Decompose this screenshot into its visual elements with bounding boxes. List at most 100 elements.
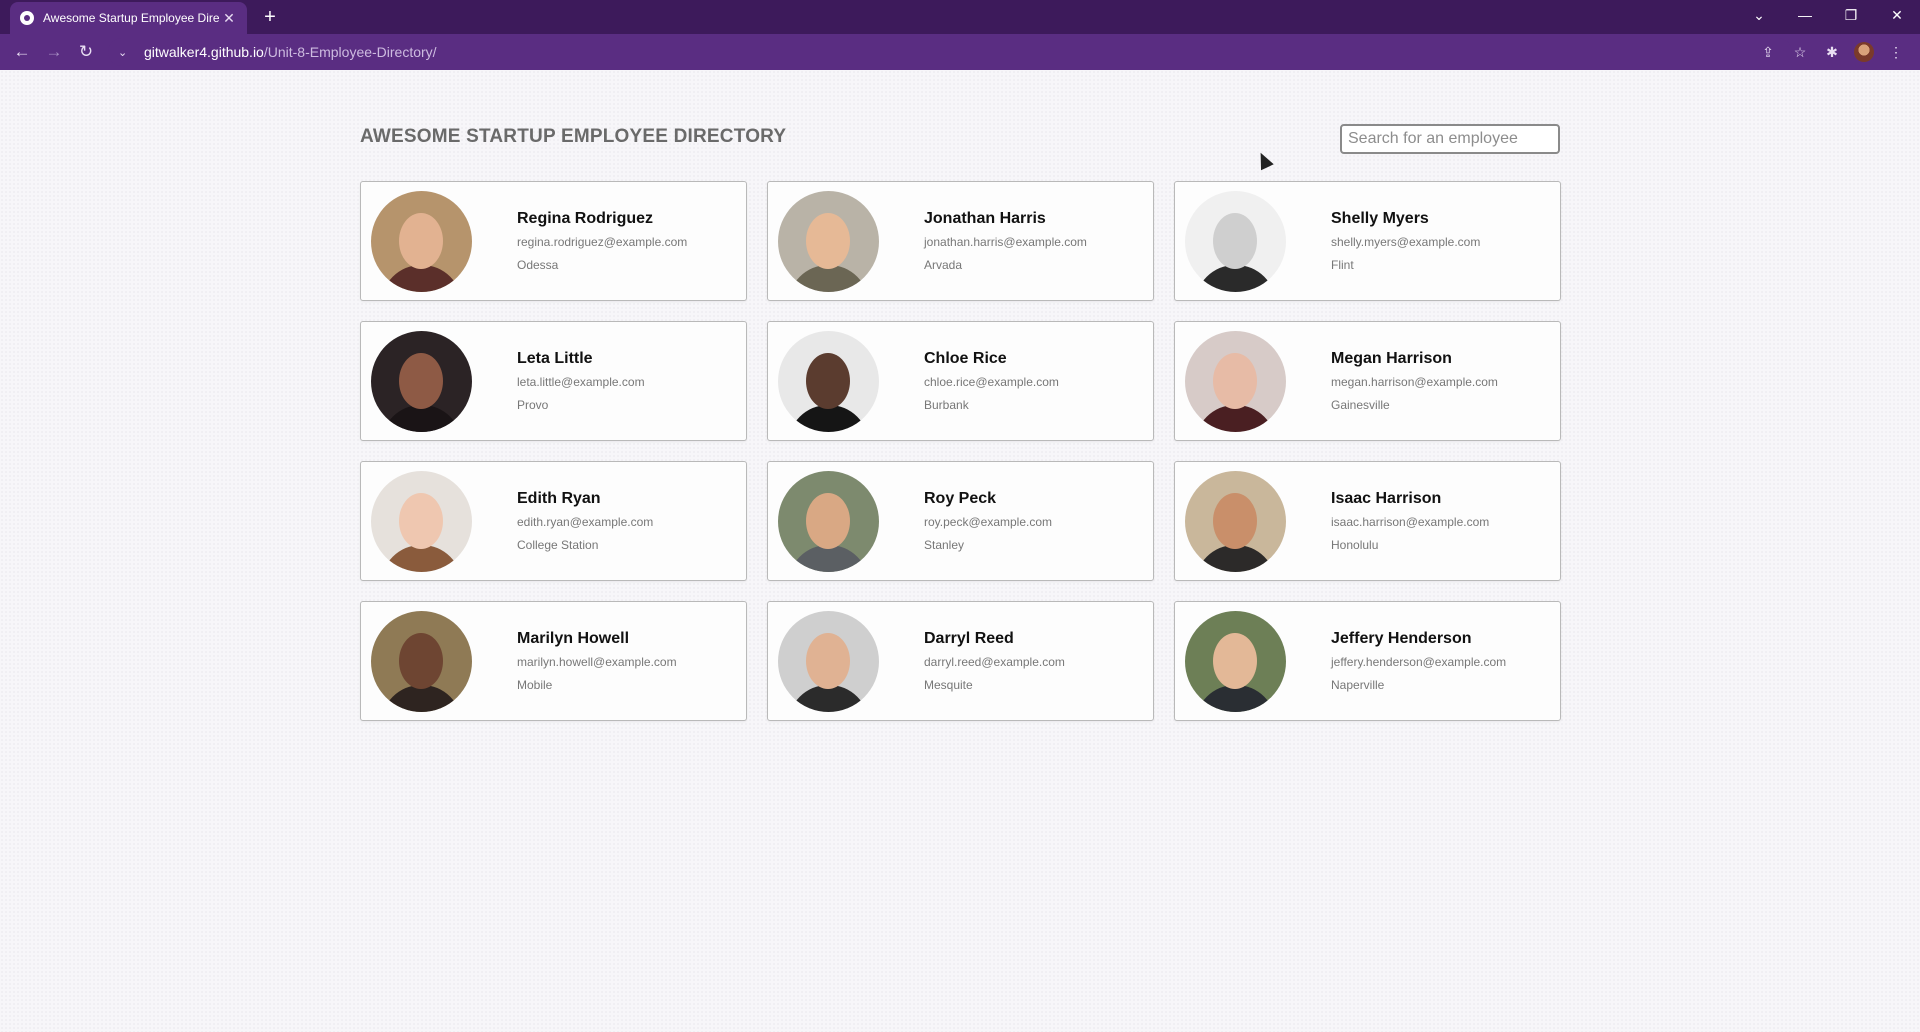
- employee-card[interactable]: Jeffery Henderson jeffery.henderson@examp…: [1174, 601, 1561, 721]
- employee-name: Darryl Reed: [924, 630, 1014, 647]
- employee-card[interactable]: Regina Rodriguez regina.rodriguez@example…: [360, 181, 747, 301]
- restore-icon[interactable]: ❐: [1828, 0, 1874, 30]
- url-host: gitwalker4.github.io: [144, 44, 264, 60]
- employee-avatar: [371, 471, 472, 572]
- employee-city: Odessa: [517, 258, 559, 272]
- employee-card[interactable]: Darryl Reed darryl.reed@example.com Mesqui…: [767, 601, 1154, 721]
- employee-info: Darryl Reed darryl.reed@example.com Mesqui…: [924, 630, 1065, 692]
- employee-card[interactable]: Isaac Harrison isaac.harrison@example.com…: [1174, 461, 1561, 581]
- avatar-face: [399, 493, 443, 549]
- employee-name: Regina Rodriguez: [517, 210, 654, 227]
- avatar-shoulders: [381, 685, 462, 712]
- employee-card[interactable]: Shelly Myers shelly.myers@example.com Flin…: [1174, 181, 1561, 301]
- avatar-face: [806, 493, 850, 549]
- employee-city: Naperville: [1331, 678, 1385, 692]
- forward-arrow-icon[interactable]: →: [38, 38, 70, 66]
- employee-email: regina.rodriguez@example.com: [517, 235, 688, 249]
- avatar-face: [1213, 493, 1257, 549]
- employee-email: darryl.reed@example.com: [924, 655, 1065, 669]
- employee-avatar: [371, 331, 472, 432]
- avatar-shoulders: [381, 265, 462, 292]
- window-controls: ⌄ — ❐ ✕: [1736, 0, 1920, 34]
- share-icon[interactable]: ⇪: [1752, 38, 1784, 66]
- browser-toolbar: ← → ↻ ⌄ gitwalker4.github.io/Unit-8-Empl…: [0, 34, 1920, 70]
- tab-search-chevron-icon[interactable]: ⌄: [1736, 0, 1782, 30]
- employee-grid: Regina Rodriguez regina.rodriguez@example…: [360, 181, 1561, 721]
- avatar-shoulders: [381, 405, 462, 432]
- employee-card[interactable]: Leta Little leta.little@example.com Provo: [360, 321, 747, 441]
- employee-info: Edith Ryan edith.ryan@example.com College …: [517, 490, 653, 552]
- avatar-shoulders: [381, 545, 462, 572]
- employee-email: shelly.myers@example.com: [1331, 235, 1481, 249]
- avatar-face: [1213, 353, 1257, 409]
- employee-city: Burbank: [924, 398, 969, 412]
- reload-icon[interactable]: ↻: [70, 38, 102, 66]
- avatar-face: [399, 353, 443, 409]
- page-content: AWESOME STARTUP EMPLOYEE DIRECTORY Regin…: [0, 70, 1920, 1032]
- url-path: /Unit-8-Employee-Directory/: [263, 44, 437, 60]
- star-icon[interactable]: ☆: [1784, 38, 1816, 66]
- employee-name: Shelly Myers: [1331, 210, 1429, 227]
- github-favicon-icon: [20, 11, 34, 25]
- puzzle-icon[interactable]: ✱: [1816, 38, 1848, 66]
- employee-city: Mobile: [517, 678, 553, 692]
- employee-name: Jeffery Henderson: [1331, 630, 1472, 647]
- employee-card[interactable]: Chloe Rice chloe.rice@example.com Burbank: [767, 321, 1154, 441]
- browser-tab-active[interactable]: Awesome Startup Employee Dire ✕: [10, 2, 247, 34]
- site-info-icon[interactable]: ⌄: [118, 46, 134, 59]
- tab-title: Awesome Startup Employee Dire: [43, 11, 220, 25]
- employee-email: leta.little@example.com: [517, 375, 645, 389]
- employee-avatar: [1185, 331, 1286, 432]
- avatar-face: [399, 213, 443, 269]
- employee-city: Mesquite: [924, 678, 973, 692]
- employee-info: Leta Little leta.little@example.com Provo: [517, 350, 645, 412]
- employee-email: roy.peck@example.com: [924, 515, 1053, 529]
- browser-tab-strip: Awesome Startup Employee Dire ✕ + ⌄ — ❐ …: [0, 0, 1920, 34]
- avatar-shoulders: [1195, 265, 1276, 292]
- employee-info: Regina Rodriguez regina.rodriguez@example…: [517, 210, 687, 272]
- employee-info: Jonathan Harris jonathan.harris@example.c…: [924, 210, 1087, 272]
- employee-card[interactable]: Marilyn Howell marilyn.howell@example.com…: [360, 601, 747, 721]
- address-bar[interactable]: ⌄ gitwalker4.github.io/Unit-8-Employee-D…: [108, 38, 1792, 66]
- employee-avatar: [371, 611, 472, 712]
- avatar-shoulders: [788, 685, 869, 712]
- employee-email: chloe.rice@example.com: [924, 375, 1059, 389]
- search-input[interactable]: [1340, 124, 1560, 154]
- employee-email: jeffery.henderson@example.com: [1331, 655, 1507, 669]
- employee-email: marilyn.howell@example.com: [517, 655, 677, 669]
- employee-info: Chloe Rice chloe.rice@example.com Burbank: [924, 350, 1059, 412]
- employee-avatar: [778, 191, 879, 292]
- employee-email: isaac.harrison@example.com: [1331, 515, 1490, 529]
- employee-name: Isaac Harrison: [1331, 490, 1442, 507]
- avatar-face: [806, 633, 850, 689]
- employee-card[interactable]: Jonathan Harris jonathan.harris@example.c…: [767, 181, 1154, 301]
- employee-info: Roy Peck roy.peck@example.com Stanley: [924, 490, 1052, 552]
- employee-avatar: [778, 331, 879, 432]
- employee-email: megan.harrison@example.com: [1331, 375, 1498, 389]
- employee-avatar: [371, 191, 472, 292]
- employee-name: Leta Little: [517, 350, 593, 367]
- minimize-icon[interactable]: —: [1782, 0, 1828, 30]
- profile-avatar[interactable]: [1848, 38, 1880, 66]
- avatar-shoulders: [788, 405, 869, 432]
- tab-close-icon[interactable]: ✕: [221, 10, 237, 27]
- employee-city: Stanley: [924, 538, 965, 552]
- employee-info: Jeffery Henderson jeffery.henderson@examp…: [1331, 630, 1506, 692]
- employee-card[interactable]: Edith Ryan edith.ryan@example.com College …: [360, 461, 747, 581]
- back-arrow-icon[interactable]: ←: [6, 38, 38, 66]
- employee-avatar: [778, 471, 879, 572]
- page-title: AWESOME STARTUP EMPLOYEE DIRECTORY: [360, 126, 787, 147]
- employee-city: Gainesville: [1331, 398, 1390, 412]
- avatar-shoulders: [1195, 405, 1276, 432]
- employee-card[interactable]: Roy Peck roy.peck@example.com Stanley: [767, 461, 1154, 581]
- employee-info: Isaac Harrison isaac.harrison@example.com…: [1331, 490, 1489, 552]
- avatar-shoulders: [1195, 545, 1276, 572]
- kebab-menu-icon[interactable]: ⋮: [1880, 38, 1912, 66]
- new-tab-button[interactable]: +: [258, 5, 282, 29]
- employee-email: jonathan.harris@example.com: [924, 235, 1087, 249]
- employee-card[interactable]: Megan Harrison megan.harrison@example.com…: [1174, 321, 1561, 441]
- employee-city: Flint: [1331, 258, 1354, 272]
- close-window-icon[interactable]: ✕: [1874, 0, 1920, 30]
- avatar-shoulders: [1195, 685, 1276, 712]
- employee-name: Roy Peck: [924, 490, 997, 507]
